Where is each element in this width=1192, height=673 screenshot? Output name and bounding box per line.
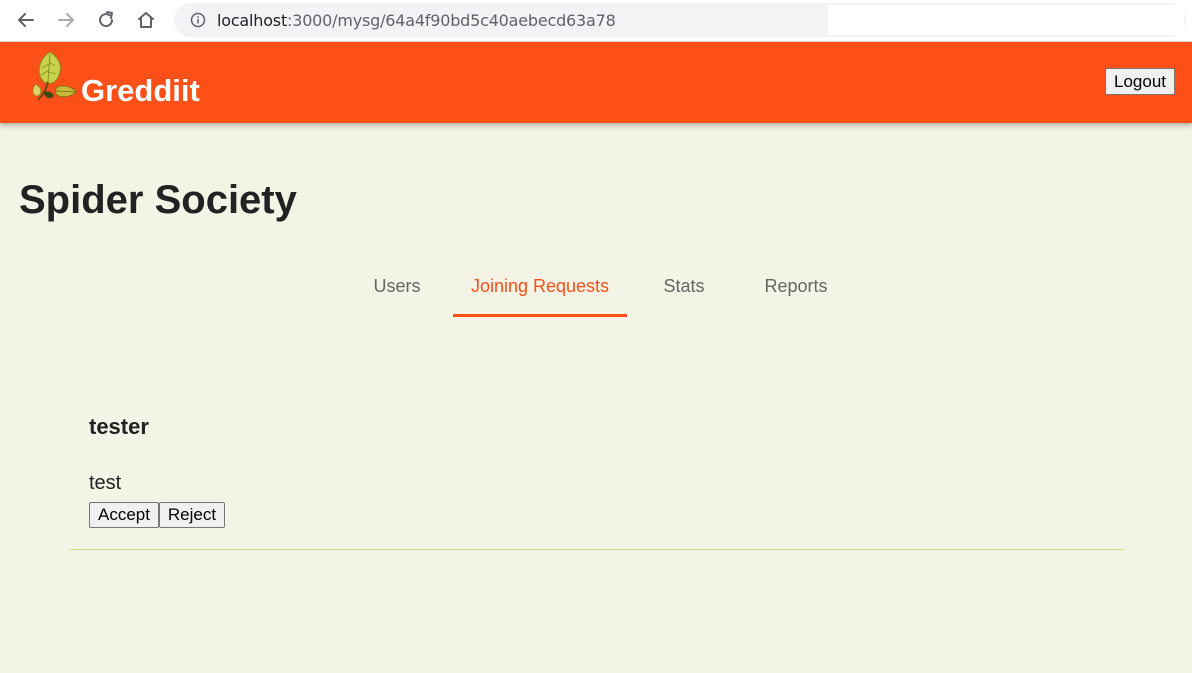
info-icon[interactable]	[190, 12, 206, 28]
arrow-left-icon	[18, 13, 34, 27]
url-path: :3000/mysg/64a4f90bd5c40aebecd63a78	[287, 11, 616, 30]
request-message: test	[89, 472, 122, 494]
page-title: Spider Society	[19, 178, 297, 222]
logout-button[interactable]: Logout	[1105, 68, 1175, 95]
tab-users[interactable]: Users	[353, 264, 441, 317]
app-header: Greddiit Logout	[0, 42, 1192, 123]
leaf-logo-icon[interactable]	[30, 50, 78, 104]
request-username: tester	[89, 414, 149, 439]
reload-icon	[99, 11, 114, 28]
reload-button[interactable]	[94, 8, 118, 32]
address-bar-blank-area	[828, 5, 1184, 35]
request-divider	[69, 549, 1124, 550]
tab-joining-requests[interactable]: Joining Requests	[453, 264, 627, 317]
address-bar[interactable]: localhost:3000/mysg/64a4f90bd5c40aebecd6…	[174, 3, 1186, 37]
home-button[interactable]	[134, 8, 158, 32]
tab-bar: Users Joining Requests Stats Reports	[0, 264, 1192, 318]
tab-reports[interactable]: Reports	[746, 264, 846, 317]
browser-toolbar: localhost:3000/mysg/64a4f90bd5c40aebecd6…	[0, 0, 1192, 42]
arrow-right-icon	[58, 13, 74, 27]
home-icon	[138, 12, 154, 28]
active-tab-indicator	[453, 314, 627, 317]
app-title[interactable]: Greddiit	[81, 73, 200, 109]
url-text[interactable]: localhost:3000/mysg/64a4f90bd5c40aebecd6…	[217, 11, 616, 30]
accept-button[interactable]: Accept	[89, 502, 159, 528]
url-host: localhost	[217, 11, 288, 30]
tab-stats[interactable]: Stats	[642, 264, 726, 317]
forward-button[interactable]	[54, 8, 78, 32]
back-button[interactable]	[14, 8, 38, 32]
reject-button[interactable]: Reject	[159, 502, 225, 528]
